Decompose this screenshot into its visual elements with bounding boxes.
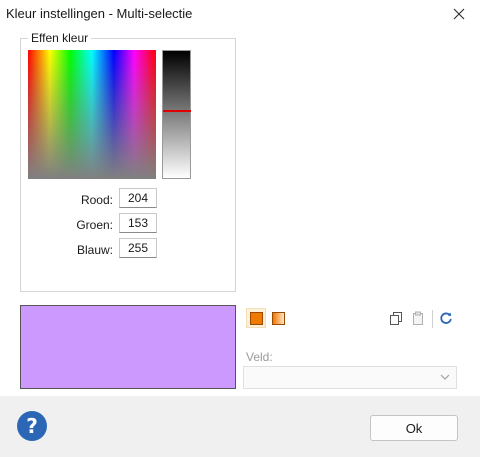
ok-button[interactable]: Ok bbox=[370, 415, 458, 441]
group-title: Effen kleur bbox=[28, 31, 92, 45]
green-label: Groen: bbox=[76, 218, 113, 232]
red-label: Rood: bbox=[80, 193, 113, 207]
green-input[interactable] bbox=[119, 213, 157, 233]
help-button[interactable]: ? bbox=[17, 411, 47, 441]
luminance-marker[interactable] bbox=[163, 110, 191, 112]
chevron-down-icon bbox=[440, 374, 450, 380]
paste-icon bbox=[413, 311, 423, 325]
blue-label: Blauw: bbox=[76, 243, 113, 257]
color-preview bbox=[20, 305, 236, 389]
blue-input[interactable] bbox=[119, 238, 157, 258]
title-bar: Kleur instellingen - Multi-selectie bbox=[0, 0, 480, 28]
gradient-fill-button[interactable] bbox=[268, 308, 288, 328]
close-button[interactable] bbox=[448, 3, 470, 25]
solid-fill-button[interactable] bbox=[246, 308, 266, 328]
copy-icon bbox=[390, 312, 402, 325]
window-title: Kleur instellingen - Multi-selectie bbox=[6, 6, 193, 21]
refresh-button[interactable] bbox=[438, 310, 454, 326]
gradient-fill-icon bbox=[271, 311, 285, 325]
close-icon bbox=[453, 8, 465, 20]
field-dropdown[interactable] bbox=[243, 366, 457, 389]
copy-button[interactable] bbox=[388, 310, 404, 326]
luminance-slider[interactable] bbox=[162, 50, 191, 179]
toolbar-separator bbox=[432, 310, 433, 328]
help-icon: ? bbox=[26, 414, 38, 438]
refresh-icon bbox=[440, 312, 452, 324]
color-spectrum-picker[interactable] bbox=[28, 50, 156, 179]
field-label: Veld: bbox=[246, 350, 273, 364]
paste-button[interactable] bbox=[410, 310, 426, 326]
red-input[interactable] bbox=[119, 188, 157, 208]
solid-fill-icon bbox=[249, 311, 263, 325]
